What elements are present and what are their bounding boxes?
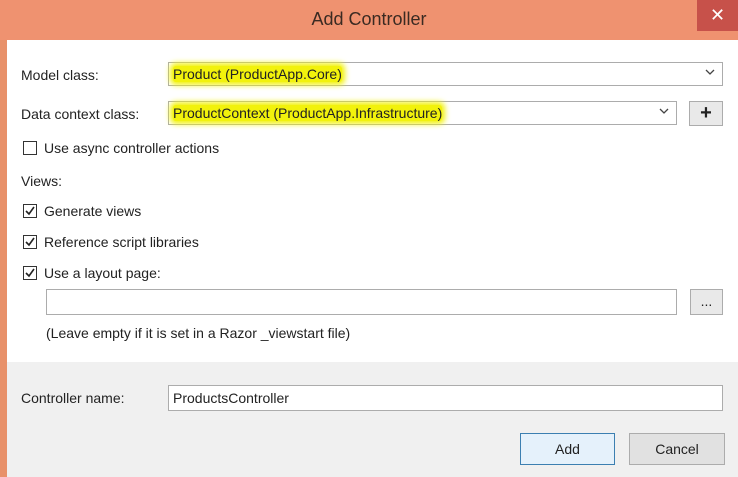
async-actions-label: Use async controller actions [44,140,220,156]
chevron-down-icon [705,67,715,77]
data-context-class-combobox[interactable]: ProductContext (ProductApp.Infrastructur… [168,101,677,125]
model-class-value: Product (ProductApp.Core) [173,66,342,82]
generate-views-checkbox[interactable] [23,204,37,218]
model-class-label: Model class: [21,67,99,83]
reference-scripts-checkbox[interactable] [23,235,37,249]
use-layout-checkbox[interactable] [23,266,37,280]
data-context-class-value: ProductContext (ProductApp.Infrastructur… [173,105,443,121]
footer-panel: Controller name: ProductsController Add … [7,362,738,477]
browse-layout-button[interactable]: ... [690,289,723,315]
reference-scripts-label: Reference script libraries [44,234,199,250]
layout-path-input[interactable] [46,289,677,315]
add-button[interactable]: Add [520,433,615,465]
checkmark-icon [25,206,35,216]
checkmark-icon [25,237,35,247]
dialog-title: Add Controller [311,9,427,29]
controller-name-input[interactable]: ProductsController [168,385,723,411]
async-actions-checkbox[interactable] [23,141,37,155]
title-bar: Add Controller ✕ [0,0,738,40]
checkmark-icon [25,268,35,278]
close-button[interactable]: ✕ [697,0,738,31]
layout-hint: (Leave empty if it is set in a Razor _vi… [46,325,351,341]
add-data-context-button[interactable]: + [689,101,723,126]
controller-name-value: ProductsController [173,390,289,406]
generate-views-label: Generate views [44,203,142,219]
views-label: Views: [21,173,62,189]
use-layout-label: Use a layout page: [44,265,161,281]
chevron-down-icon [659,106,669,116]
data-context-class-label: Data context class: [21,106,140,122]
controller-name-label: Controller name: [21,390,125,406]
model-class-combobox[interactable]: Product (ProductApp.Core) [168,62,723,86]
cancel-button[interactable]: Cancel [629,433,725,465]
dialog-body: Model class: Product (ProductApp.Core) D… [7,40,738,477]
